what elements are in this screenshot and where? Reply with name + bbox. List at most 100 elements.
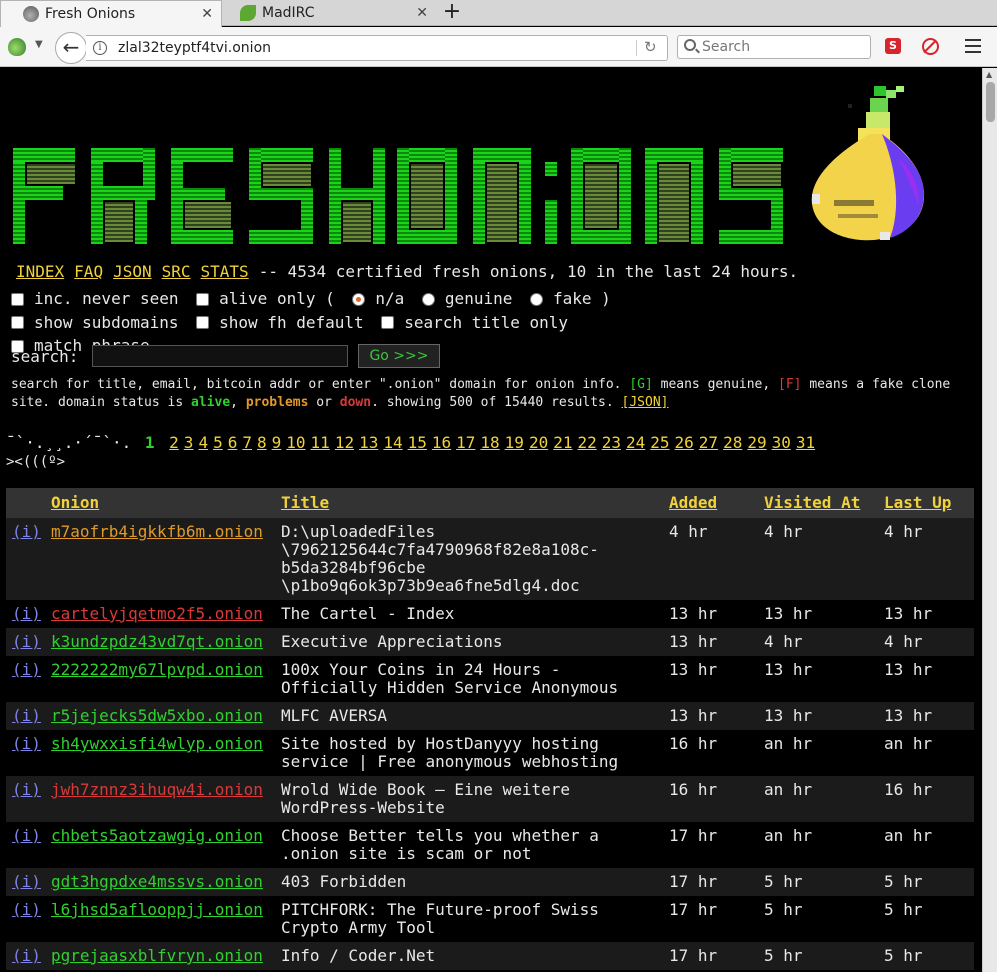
header-onion[interactable]: Onion [45,488,275,518]
option-inc-never-seen[interactable]: inc. never seen [11,288,179,310]
page-link-10[interactable]: 10 [286,433,305,452]
close-icon[interactable]: ✕ [416,5,428,21]
option-genuine[interactable]: genuine [421,288,512,310]
inc-never-seen-checkbox[interactable] [11,292,24,306]
page-link-19[interactable]: 19 [505,433,524,452]
page-link-20[interactable]: 20 [529,433,548,452]
search-input[interactable]: Search [677,35,871,59]
chevron-down-icon[interactable]: ▼ [35,39,43,50]
page-link-25[interactable]: 25 [650,433,669,452]
info-link[interactable]: (i) [12,604,41,623]
onion-link[interactable]: jwh7znnz3ihuqw4i.onion [51,780,263,799]
page-link-12[interactable]: 12 [335,433,354,452]
info-link[interactable]: (i) [12,900,41,919]
page-link-21[interactable]: 21 [553,433,572,452]
page-link-6[interactable]: 6 [228,433,238,452]
info-link[interactable]: (i) [12,522,41,541]
reload-icon[interactable]: ↻ [644,38,657,56]
page-link-22[interactable]: 22 [577,433,596,452]
info-link[interactable]: (i) [12,706,41,725]
header-last-up[interactable]: Last Up [878,488,974,518]
tab-fresh-onions[interactable]: Fresh Onions ✕ [0,0,222,27]
option-show-fh-default[interactable]: show fh default [196,312,364,334]
page-link-11[interactable]: 11 [311,433,330,452]
page-link-15[interactable]: 15 [408,433,427,452]
back-button[interactable]: ← [55,32,87,64]
onion-link[interactable]: r5jejecks5dw5xbo.onion [51,706,263,725]
onion-link[interactable]: 2222222my67lpvpd.onion [51,660,263,679]
page-link-26[interactable]: 26 [675,433,694,452]
fake-radio[interactable] [530,292,543,306]
page-link-5[interactable]: 5 [213,433,223,452]
info-link[interactable]: (i) [12,872,41,891]
extension-s-icon[interactable]: S [885,38,901,54]
onion-link[interactable]: l6jhsd5aflooppjj.onion [51,900,263,919]
nav-link-faq[interactable]: FAQ [74,262,103,281]
scroll-thumb[interactable] [986,82,995,122]
onion-link[interactable]: k3undzpdz43vd7qt.onion [51,632,263,651]
page-link-9[interactable]: 9 [272,433,282,452]
info-icon[interactable]: i [93,41,107,55]
onion-link[interactable]: pgrejaasxblfvryn.onion [51,946,263,965]
nav-link-json[interactable]: JSON [113,262,152,281]
page-link-30[interactable]: 30 [772,433,791,452]
header-added[interactable]: Added [663,488,758,518]
page-link-27[interactable]: 27 [699,433,718,452]
page-link-28[interactable]: 28 [723,433,742,452]
page-scrollbar[interactable]: ▲ [982,68,997,972]
noscript-icon[interactable] [922,38,939,55]
info-link[interactable]: (i) [12,660,41,679]
info-link[interactable]: (i) [12,826,41,845]
page-link-29[interactable]: 29 [747,433,766,452]
page-link-4[interactable]: 4 [198,433,208,452]
nav-link-stats[interactable]: STATS [201,262,249,281]
close-icon[interactable]: ✕ [201,6,213,22]
nav-link-index[interactable]: INDEX [16,262,64,281]
onion-link[interactable]: chbets5aotzawgig.onion [51,826,263,845]
page-link-24[interactable]: 24 [626,433,645,452]
page-link-8[interactable]: 8 [257,433,267,452]
header-title[interactable]: Title [275,488,663,518]
option-na[interactable]: n/a [352,288,404,310]
page-link-17[interactable]: 17 [456,433,475,452]
page-link-18[interactable]: 18 [480,433,499,452]
page-link-2[interactable]: 2 [169,433,179,452]
scroll-up-icon[interactable]: ▲ [986,70,992,79]
search-title-only-checkbox[interactable] [381,316,395,329]
info-link[interactable]: (i) [12,632,41,651]
url-text[interactable]: zlal32teyptf4tvi.onion [118,40,271,56]
info-link[interactable]: (i) [12,946,41,965]
page-link-14[interactable]: 14 [383,433,402,452]
json-results-link[interactable]: [JSON] [622,395,669,410]
option-show-subdomains[interactable]: show subdomains [11,312,179,334]
option-search-title-only[interactable]: search title only [381,312,568,334]
onion-link[interactable]: cartelyjqetmo2f5.onion [51,604,263,623]
go-button[interactable]: Go >>> [358,344,440,368]
page-link-23[interactable]: 23 [602,433,621,452]
onion-link[interactable]: m7aofrb4igkkfb6m.onion [51,522,263,541]
onion-link[interactable]: sh4ywxxisfi4wlyp.onion [51,734,263,753]
page-link-13[interactable]: 13 [359,433,378,452]
hamburger-menu-icon[interactable] [965,39,981,53]
info-link[interactable]: (i) [12,734,41,753]
alive-only-checkbox[interactable] [196,292,210,306]
page-link-16[interactable]: 16 [432,433,451,452]
option-alive-only[interactable]: alive only ( [196,288,335,310]
nav-link-src[interactable]: SRC [162,262,191,281]
na-radio[interactable] [352,292,366,306]
page-link-7[interactable]: 7 [242,433,252,452]
page-link-3[interactable]: 3 [184,433,194,452]
genuine-radio[interactable] [421,292,435,306]
option-fake[interactable]: fake ) [530,288,611,310]
onion-search-input[interactable] [92,345,349,367]
tor-button-icon[interactable] [8,38,26,56]
show-fh-default-checkbox[interactable] [196,316,210,329]
url-bar[interactable]: i zlal32teyptf4tvi.onion ↻ [86,35,668,61]
new-tab-button[interactable]: + [440,0,464,26]
tab-madirc[interactable]: MadIRC ✕ [222,0,436,26]
show-subdomains-checkbox[interactable] [11,316,24,329]
page-link-31[interactable]: 31 [796,433,815,452]
header-visited-at[interactable]: Visited At [758,488,878,518]
info-link[interactable]: (i) [12,780,41,799]
onion-link[interactable]: gdt3hgpdxe4mssvs.onion [51,872,263,891]
